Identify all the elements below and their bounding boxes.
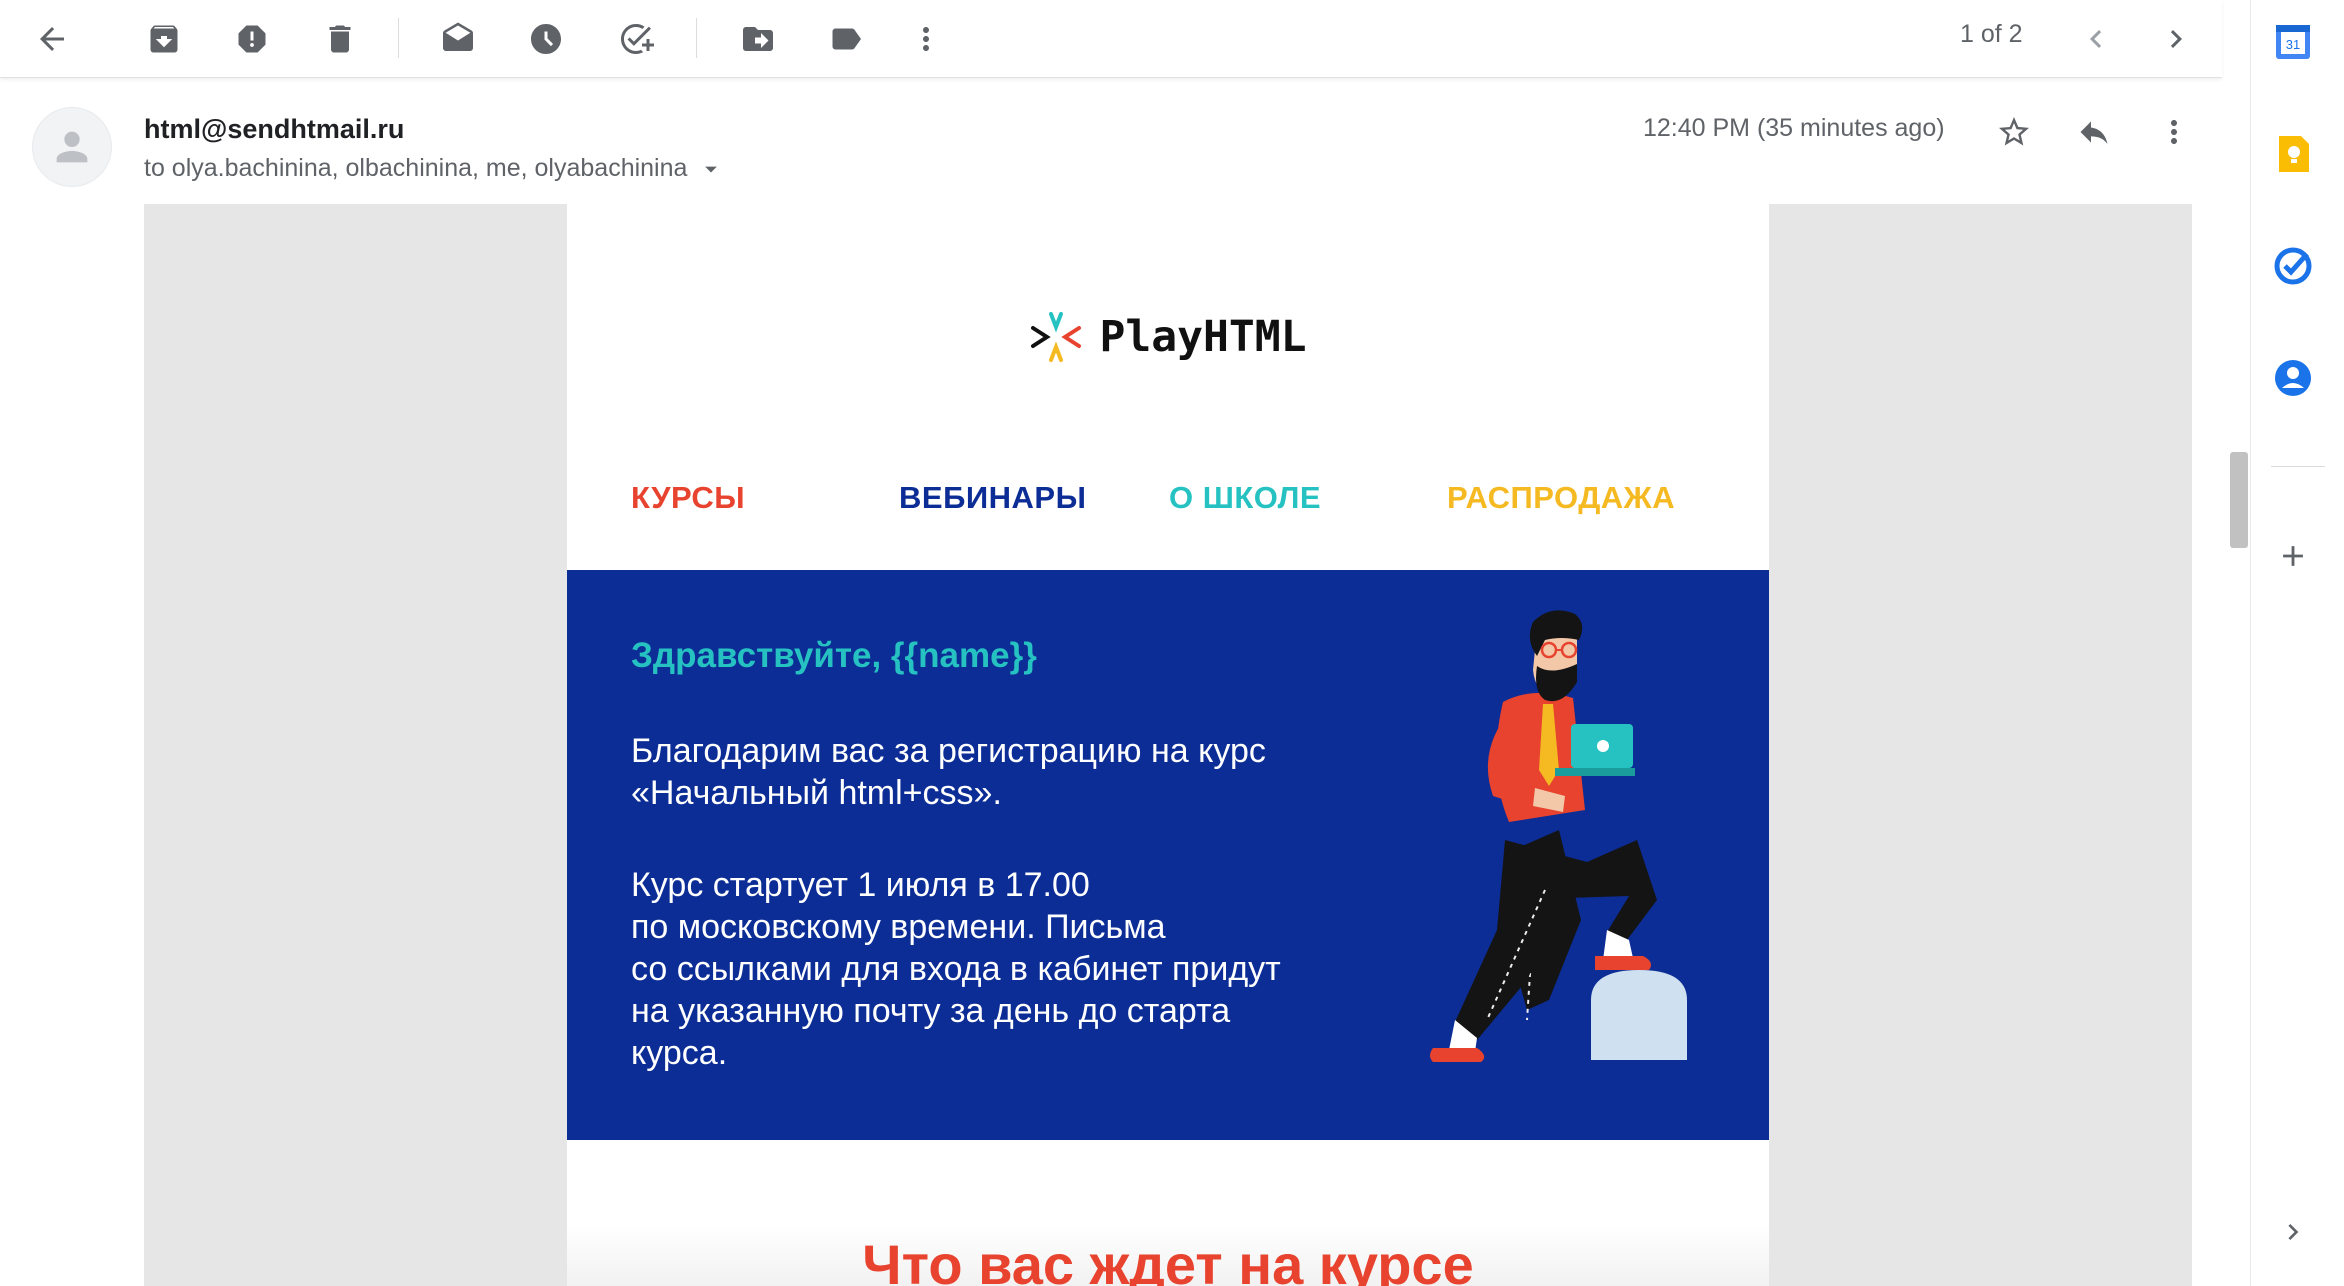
add-icon[interactable]	[2273, 536, 2313, 576]
course-start-line: по московскому времени. Письма	[631, 908, 1166, 946]
more-vert-icon[interactable]	[896, 9, 956, 69]
keep-icon[interactable]	[2273, 134, 2313, 174]
mark-unread-icon[interactable]	[428, 9, 488, 69]
registration-line: Благодарим вас за регистрацию на курс	[631, 732, 1266, 770]
nav-link-webinars[interactable]: ВЕБИНАРЫ	[899, 480, 1086, 516]
course-start-line: курса.	[631, 1034, 728, 1072]
nav-link-courses[interactable]: КУРСЫ	[631, 480, 745, 516]
gmail-window: 1 of 2 html@sendhtmail.ru to olya.bachin…	[0, 0, 2344, 1286]
logo-text: PlayHTML	[1099, 312, 1307, 362]
side-panel-divider	[2271, 466, 2325, 467]
scrollbar-thumb[interactable]	[2230, 452, 2248, 548]
back-arrow-icon[interactable]	[22, 9, 82, 69]
delete-icon[interactable]	[310, 9, 370, 69]
nav-link-sale[interactable]: РАСПРОДАЖА	[1447, 480, 1675, 516]
registration-text: Благодарим вас за регистрацию на курс «Н…	[631, 730, 1351, 814]
sender-address: html@sendhtmail.ru	[144, 114, 405, 144]
move-to-icon[interactable]	[728, 9, 788, 69]
course-start-line: на указанную почту за день до старта	[631, 992, 1231, 1030]
side-panel: 31	[2250, 0, 2344, 1286]
reply-icon[interactable]	[2066, 104, 2122, 160]
archive-icon[interactable]	[134, 9, 194, 69]
add-to-tasks-icon[interactable]	[606, 9, 666, 69]
report-spam-icon[interactable]	[222, 9, 282, 69]
message-more-icon[interactable]	[2146, 104, 2202, 160]
email-content: PlayHTML КУРСЫ ВЕБИНАРЫ О ШКОЛЕ РАСПРОДА…	[567, 204, 1769, 1286]
toolbar-divider	[398, 18, 399, 58]
star-icon[interactable]	[1986, 104, 2042, 160]
toolbar-divider	[696, 18, 697, 58]
developer-illustration	[1430, 610, 1687, 1062]
hero-banner: Здравствуйте, {{name}} Благодарим вас за…	[567, 570, 1769, 1140]
avatar	[32, 107, 112, 187]
expand-icon[interactable]	[2273, 1212, 2313, 1252]
svg-text:31: 31	[2286, 37, 2300, 52]
pager-count: 1 of 2	[1960, 20, 2023, 48]
course-start-line: со ссылками для входа в кабинет придут	[631, 950, 1281, 988]
person-icon	[56, 131, 88, 163]
playhtml-logo[interactable]: PlayHTML	[567, 310, 1769, 364]
recipients-text: to olya.bachinina, olbachinina, me, olya…	[144, 154, 688, 182]
greeting: Здравствуйте, {{name}}	[631, 636, 1037, 675]
course-start-text: Курс стартует 1 июля в 17.00 по московск…	[631, 864, 1351, 1074]
newer-chevron-icon[interactable]	[2066, 9, 2126, 69]
message-time: 12:40 PM (35 minutes ago)	[1643, 114, 1945, 142]
registration-line: «Начальный html+css».	[631, 774, 1002, 812]
nav-link-about[interactable]: О ШКОЛЕ	[1169, 480, 1321, 516]
email-body-background: PlayHTML КУРСЫ ВЕБИНАРЫ О ШКОЛЕ РАСПРОДА…	[144, 204, 2192, 1286]
playhtml-logo-icon	[1031, 312, 1082, 362]
recipients: to olya.bachinina, olbachinina, me, olya…	[144, 154, 725, 183]
older-chevron-icon[interactable]	[2146, 9, 2206, 69]
message-toolbar: 1 of 2	[0, 0, 2222, 78]
tasks-icon[interactable]	[2273, 246, 2313, 286]
label-icon[interactable]	[816, 9, 876, 69]
contacts-icon[interactable]	[2273, 358, 2313, 398]
calendar-icon[interactable]: 31	[2273, 22, 2313, 62]
snooze-icon[interactable]	[516, 9, 576, 69]
show-details-dropdown-icon[interactable]	[697, 155, 725, 183]
section-title: Что вас ждет на курсе	[862, 1233, 1474, 1286]
course-start-line: Курс стартует 1 июля в 17.00	[631, 866, 1090, 904]
